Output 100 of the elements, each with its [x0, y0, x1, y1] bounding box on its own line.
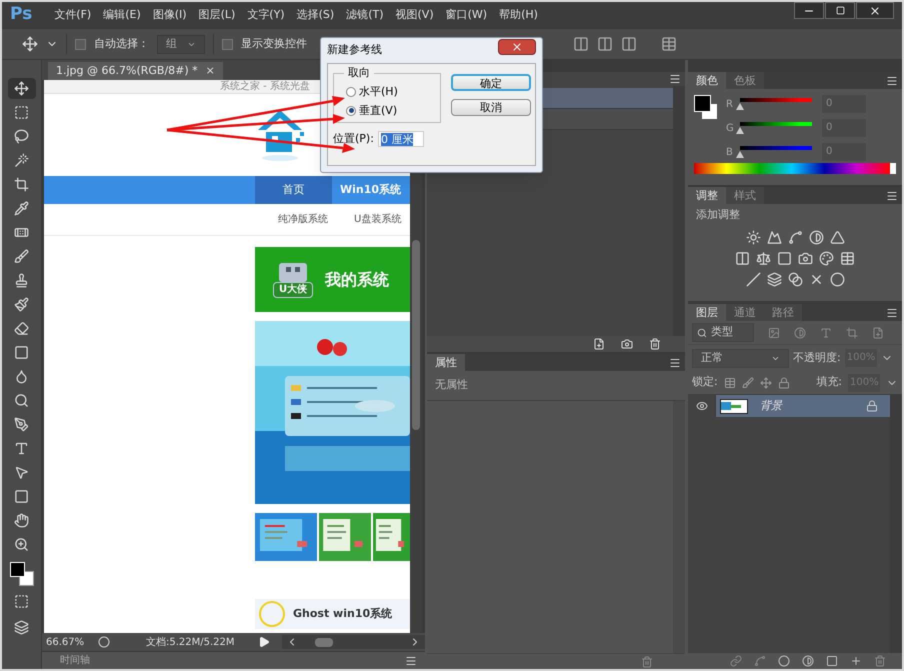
dialog-button[interactable]: 确定 — [451, 74, 531, 91]
circle-icon[interactable] — [830, 272, 844, 286]
pen-icon — [14, 417, 29, 432]
menu-item[interactable]: 滤镜(T) — [340, 6, 390, 24]
visibility-icon[interactable] — [696, 400, 708, 412]
new-layer-icon[interactable] — [850, 655, 862, 667]
radio-option[interactable]: 垂直(V) — [346, 102, 440, 118]
dialog-close-button[interactable] — [498, 39, 536, 55]
nav-link[interactable]: 首页 — [255, 176, 332, 204]
color-spectrum[interactable] — [694, 163, 896, 174]
panel-menu-icon[interactable] — [886, 306, 898, 318]
color-swatches[interactable] — [8, 562, 34, 587]
columns-icon[interactable] — [735, 250, 750, 266]
document-info: 文档:5.22M/5.22M — [146, 636, 236, 650]
move-icon[interactable] — [760, 376, 772, 388]
document-tab[interactable]: 1.jpg @ 66.7%(RGB/8#) * × — [48, 62, 223, 80]
panel-menu-icon[interactable] — [886, 74, 898, 86]
panel-menu-icon[interactable] — [669, 73, 681, 85]
tab-close-button[interactable]: × — [206, 62, 215, 80]
app-logo: Ps — [10, 3, 32, 26]
camera-icon[interactable] — [798, 250, 813, 266]
search-icon — [697, 328, 707, 338]
eraser-icon — [14, 321, 29, 336]
color-swatches[interactable] — [694, 95, 718, 121]
menu-item[interactable]: 窗口(W) — [440, 6, 494, 24]
panel-tab[interactable]: 通道 — [726, 304, 764, 321]
brush-icon[interactable] — [742, 376, 754, 388]
panel-tab[interactable]: 路径 — [764, 304, 802, 321]
checkbox-label: 自动选择： — [94, 36, 149, 52]
tool-button[interactable] — [8, 78, 36, 99]
icon-caption: U大侠 — [273, 282, 313, 298]
usb-icon — [278, 262, 308, 282]
menu-item[interactable]: 文件(F) — [48, 6, 98, 24]
checkbox-label: 显示变换控件 — [241, 36, 307, 52]
bandage-icon — [14, 225, 29, 240]
page-header-text: 系统之家 - 系统光盘 — [220, 80, 310, 93]
menu-item[interactable]: 图像(I) — [146, 6, 193, 24]
target-dropdown[interactable]: 组 — [157, 34, 205, 54]
timeline-title[interactable]: 时间轴 — [60, 653, 90, 668]
camera-icon[interactable] — [621, 338, 633, 350]
scrollbar[interactable] — [673, 86, 685, 336]
contrast-icon[interactable] — [808, 230, 824, 244]
horizontal-scrollbar[interactable] — [282, 635, 425, 649]
checkbox[interactable] — [222, 38, 233, 50]
blend-mode-dropdown[interactable]: 正常 — [692, 348, 789, 368]
new-document-icon[interactable] — [593, 338, 605, 350]
lock-icon[interactable] — [778, 376, 790, 388]
panel-tab[interactable]: 调整 — [688, 187, 726, 204]
panel-tab[interactable]: 属性 — [427, 354, 465, 371]
panel-menu-icon[interactable] — [669, 356, 681, 368]
palette-icon[interactable] — [819, 250, 834, 266]
menu-item[interactable]: 编辑(E) — [97, 6, 147, 24]
close-button[interactable] — [856, 2, 894, 19]
menu-item[interactable]: 文字(Y) — [241, 6, 291, 24]
layers-icon[interactable] — [766, 272, 782, 286]
panel-tab[interactable]: 样式 — [726, 187, 764, 204]
triangle-icon[interactable] — [830, 230, 844, 244]
type-icon — [14, 441, 29, 456]
circle-icon[interactable] — [98, 636, 110, 648]
layer-row[interactable]: 背景 — [716, 395, 890, 417]
checkbox[interactable] — [75, 38, 86, 50]
sub-nav-link[interactable]: U盘装系统 — [354, 212, 402, 227]
maximize-button[interactable] — [825, 2, 855, 19]
scrollbar-thumb[interactable] — [314, 638, 332, 646]
menu-item[interactable]: 选择(S) — [290, 6, 340, 24]
filter-dropdown[interactable]: 类型 — [692, 323, 754, 342]
scrollbar[interactable] — [890, 395, 902, 653]
panel-menu-icon[interactable] — [886, 190, 898, 202]
square-icon[interactable] — [777, 250, 792, 266]
sun-icon[interactable] — [746, 230, 760, 244]
slash-icon[interactable] — [746, 272, 760, 286]
curve-icon[interactable] — [788, 230, 802, 244]
sub-nav-link[interactable]: 纯净版系统 — [278, 212, 328, 227]
play-icon[interactable] — [258, 636, 270, 648]
scale-icon[interactable] — [756, 250, 771, 266]
panel-menu-icon[interactable] — [405, 654, 417, 666]
panel-tab[interactable]: 图层 — [688, 304, 726, 321]
channel-label: G — [726, 122, 734, 136]
menu-item[interactable]: 视图(V) — [390, 6, 440, 24]
lock-label: 锁定: — [692, 374, 718, 390]
blend-icon[interactable] — [788, 272, 802, 286]
menu-item[interactable]: 帮助(H) — [493, 6, 544, 24]
mountain-icon[interactable] — [766, 230, 782, 244]
adjustments-title: 添加调整 — [695, 207, 741, 223]
position-field[interactable]: 0 厘米 — [378, 131, 424, 148]
radio-option[interactable]: 水平(H) — [346, 84, 440, 100]
ring-icon — [259, 601, 285, 627]
panel-tab[interactable]: 色板 — [726, 72, 764, 89]
move-icon[interactable] — [22, 36, 38, 52]
trash-icon[interactable] — [649, 338, 661, 350]
pointer-icon — [14, 465, 29, 480]
menu-item[interactable]: 图层(L) — [192, 6, 242, 24]
scrollbar-thumb[interactable] — [412, 240, 420, 430]
group-legend: 取向 — [344, 66, 374, 80]
move-icon — [14, 81, 29, 96]
droplet-icon — [14, 369, 29, 384]
zoom-level[interactable]: 66.67% — [46, 634, 86, 650]
table-icon[interactable] — [840, 250, 855, 266]
panel-tab[interactable]: 颜色 — [688, 72, 726, 89]
dialog-button[interactable]: 取消 — [451, 99, 531, 116]
